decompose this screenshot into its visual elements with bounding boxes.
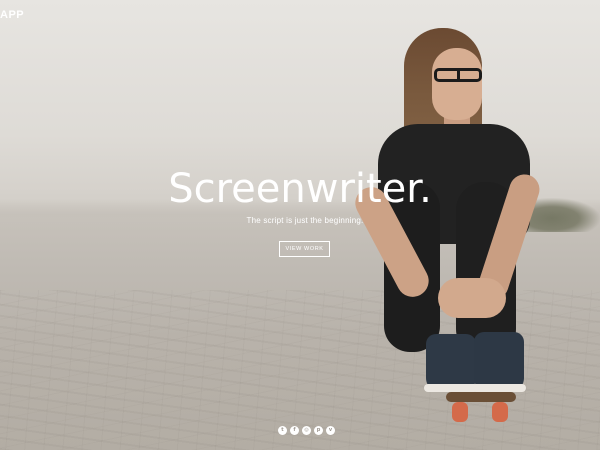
pinterest-icon[interactable]: p [314, 426, 323, 435]
hero-title: Screenwriter. [168, 166, 432, 212]
subject-hands [438, 278, 506, 318]
pinterest-glyph: p [316, 427, 321, 433]
twitter-icon[interactable]: t [278, 426, 287, 435]
shoe-sole-left [424, 384, 478, 392]
twitter-glyph: t [281, 427, 284, 433]
skateboard-wheel [492, 402, 508, 422]
skateboard-deck [446, 392, 516, 402]
skateboard-wheel [452, 402, 468, 422]
facebook-glyph: f [293, 427, 296, 433]
instagram-icon[interactable]: ◎ [302, 426, 311, 435]
subject-shoe-right [474, 332, 524, 392]
subject-glasses [434, 68, 482, 82]
vimeo-icon[interactable]: v [326, 426, 335, 435]
subject-face [432, 48, 482, 120]
view-work-button[interactable]: VIEW WORK [279, 241, 330, 257]
hero-subtitle: The script is just the beginning. [246, 216, 364, 225]
instagram-glyph: ◎ [304, 427, 309, 433]
vimeo-glyph: v [328, 427, 333, 433]
site-logo[interactable]: APP [0, 9, 24, 21]
hero-section: APP Screenwriter. The script is just the… [0, 0, 600, 450]
facebook-icon[interactable]: f [290, 426, 299, 435]
social-links: t f ◎ p v [278, 426, 335, 435]
hero-photo-subject [349, 22, 560, 432]
shoe-sole-right [472, 384, 526, 392]
